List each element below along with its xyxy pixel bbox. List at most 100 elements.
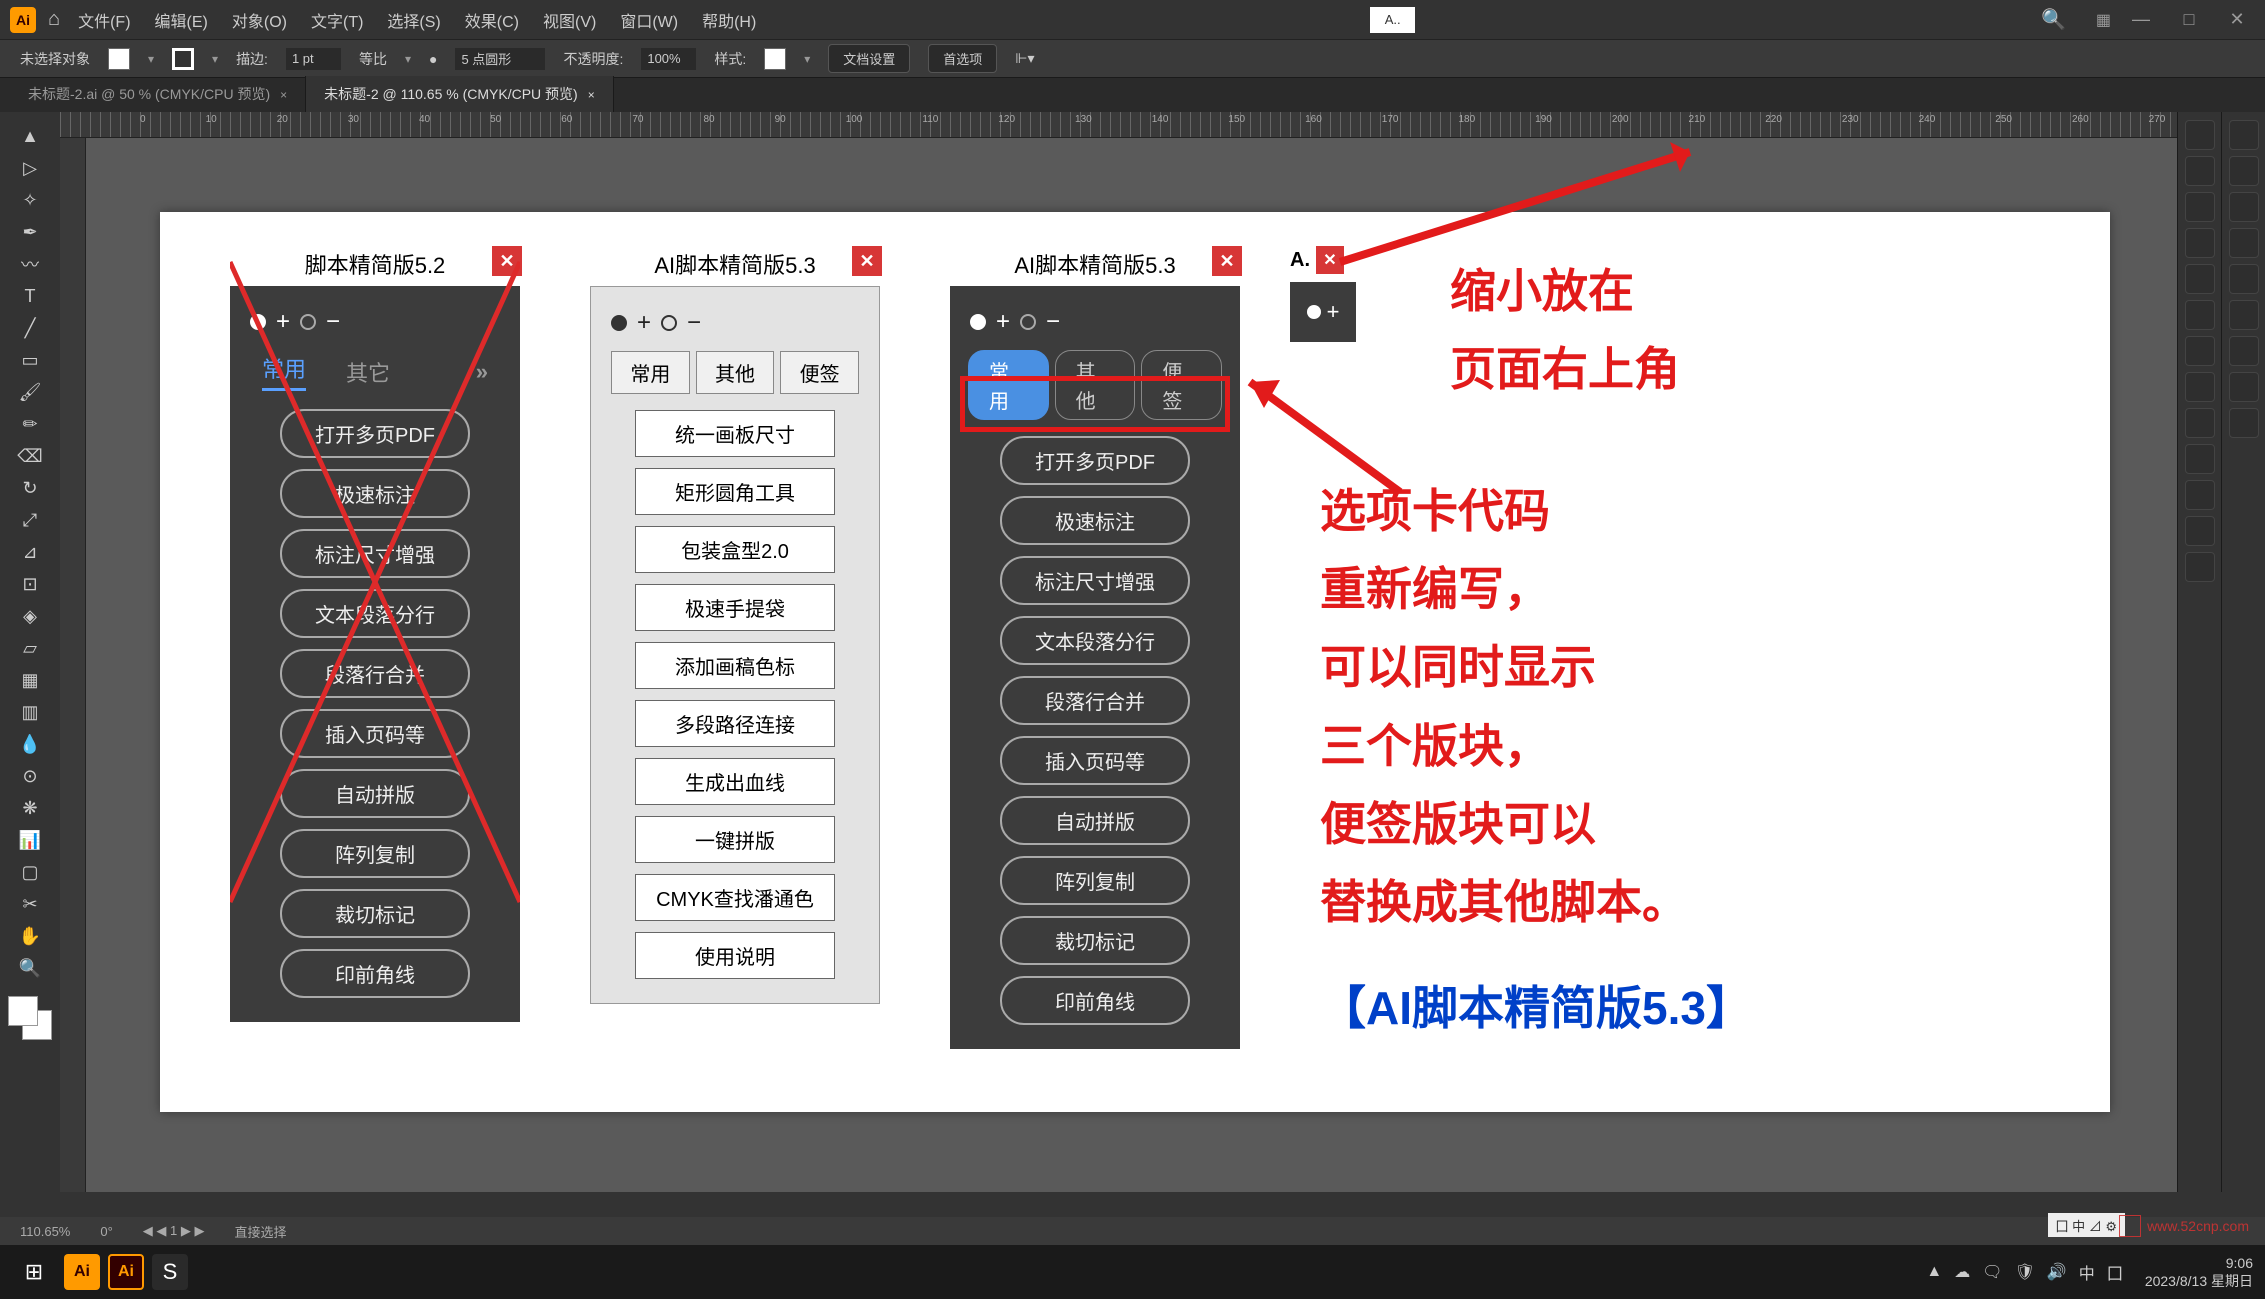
script-button[interactable]: 极速手提袋 [635,584,835,631]
blend-tool[interactable]: ⊙ [16,762,44,790]
radio-on-icon[interactable] [250,314,266,330]
artboard-nav[interactable]: ◀ ◀ 1 ▶ ▶ [143,1223,205,1239]
start-button[interactable]: ⊞ [12,1251,56,1293]
maximize-button[interactable]: □ [2171,10,2207,30]
radio-off-icon[interactable] [1020,314,1036,330]
script-button[interactable]: 裁切标记 [1000,916,1190,965]
script-button[interactable]: 使用说明 [635,932,835,979]
swatches-panel-icon[interactable] [2185,228,2215,258]
menu-help[interactable]: 帮助(H) [696,4,762,36]
script-button[interactable]: 矩形圆角工具 [635,468,835,515]
script-button[interactable]: 插入页码等 [1000,736,1190,785]
close-button[interactable]: ✕ [2219,10,2255,30]
asset-export-panel-icon[interactable] [2229,228,2259,258]
shape-builder-tool[interactable]: ◈ [16,602,44,630]
tray-icon[interactable]: 🗨 [1982,1262,2002,1282]
mesh-tool[interactable]: ▦ [16,666,44,694]
home-icon[interactable]: ⌂ [48,8,60,31]
graphic-styles-panel-icon[interactable] [2185,480,2215,510]
fill-swatch[interactable] [108,48,130,70]
radio-on-icon[interactable] [611,315,627,331]
script-button[interactable]: 阵列复制 [1000,856,1190,905]
stroke-weight-input[interactable]: 1 pt [286,48,341,70]
artboards-panel-icon[interactable] [2229,192,2259,222]
minimize-button[interactable]: — [2123,10,2159,30]
gradient-panel-icon[interactable] [2185,372,2215,402]
chevron-right-icon[interactable]: » [476,359,488,385]
script-button[interactable]: 包装盒型2.0 [635,526,835,573]
script-button[interactable]: 印前角线 [1000,976,1190,1025]
tray-icon[interactable]: 囗 [2107,1260,2123,1284]
paintbrush-tool[interactable]: 🖌 [16,378,44,406]
menu-file[interactable]: 文件(F) [72,4,136,36]
menu-type[interactable]: 文字(T) [305,4,369,36]
tab-other[interactable]: 其它 [346,356,390,388]
script-button[interactable]: 插入页码等 [280,709,470,758]
selection-tool[interactable]: ▲ [16,122,44,150]
script-button[interactable]: 一键拼版 [635,816,835,863]
graph-tool[interactable]: 📊 [16,826,44,854]
info-panel-icon[interactable] [2229,372,2259,402]
symbol-sprayer-tool[interactable]: ❋ [16,794,44,822]
script-button[interactable]: 生成出血线 [635,758,835,805]
style-swatch[interactable] [764,48,786,70]
script-button[interactable]: 自动拼版 [1000,796,1190,845]
tray-ime[interactable]: 中 [2079,1260,2095,1284]
zoom-tool[interactable]: 🔍 [16,954,44,982]
scale-tool[interactable]: ⤢ [16,506,44,534]
document-setup-button[interactable]: 文档设置 [828,44,910,73]
taskbar-app[interactable]: S [152,1254,188,1290]
uniform-label[interactable]: 等比 [359,49,387,69]
collapsed-body[interactable]: + [1290,282,1356,342]
line-tool[interactable]: ╱ [16,314,44,342]
transparency-panel-icon[interactable] [2185,408,2215,438]
script-button[interactable]: 添加画稿色标 [635,642,835,689]
transform-panel-icon[interactable] [2229,336,2259,366]
script-button[interactable]: 段落行合并 [1000,676,1190,725]
free-transform-tool[interactable]: ⊡ [16,570,44,598]
eyedropper-tool[interactable]: 💧 [16,730,44,758]
script-button[interactable]: 文本段落分行 [1000,616,1190,665]
layers-panel-icon[interactable] [2185,156,2215,186]
stroke-panel-icon[interactable] [2185,336,2215,366]
shaper-tool[interactable]: ✏ [16,410,44,438]
close-icon[interactable]: ✕ [1212,246,1242,276]
color-panel-icon[interactable] [2229,120,2259,150]
doc-tab-2[interactable]: 未标题-2 @ 110.65 % (CMYK/CPU 预览)× [306,76,614,112]
preferences-button[interactable]: 首选项 [928,44,997,73]
zoom-level[interactable]: 110.65% [20,1224,70,1239]
artboard-tool[interactable]: ▢ [16,858,44,886]
perspective-tool[interactable]: ▱ [16,634,44,662]
align-icon[interactable]: ⊩▾ [1015,50,1034,67]
menu-view[interactable]: 视图(V) [537,4,602,36]
script-button[interactable]: 段落行合并 [280,649,470,698]
menu-select[interactable]: 选择(S) [381,4,446,36]
curvature-tool[interactable]: 〰 [16,250,44,278]
tray-icon[interactable]: ☁ [1954,1262,1970,1282]
hand-tool[interactable]: ✋ [16,922,44,950]
search-icon[interactable]: 🔍 [2041,7,2066,32]
script-button[interactable]: 打开多页PDF [280,409,470,458]
script-button[interactable]: 统一画板尺寸 [635,410,835,457]
menu-object[interactable]: 对象(O) [226,4,293,36]
tray-icon[interactable]: 🛡 [2015,1262,2035,1282]
tab-notes[interactable]: 便签 [780,351,859,394]
slice-tool[interactable]: ✂ [16,890,44,918]
script-button[interactable]: 标注尺寸增强 [280,529,470,578]
script-button[interactable]: 打开多页PDF [1000,436,1190,485]
doc-tab-1[interactable]: 未标题-2.ai @ 50 % (CMYK/CPU 预览)× [10,76,306,112]
script-button[interactable]: 印前角线 [280,949,470,998]
menu-effect[interactable]: 效果(C) [459,4,525,36]
width-tool[interactable]: ⊿ [16,538,44,566]
radio-off-icon[interactable] [661,315,677,331]
gradient-tool[interactable]: ▥ [16,698,44,726]
taskbar-ai-2[interactable]: Ai [108,1254,144,1290]
menu-window[interactable]: 窗口(W) [614,4,684,36]
type-tool[interactable]: T [16,282,44,310]
pen-tool[interactable]: ✒ [16,218,44,246]
rectangle-tool[interactable]: ▭ [16,346,44,374]
arrange-docs-icon[interactable]: ▦ [2096,10,2111,30]
tray-icon[interactable]: 🔊 [2047,1262,2067,1282]
rotation[interactable]: 0° [100,1224,112,1239]
script-button[interactable]: 自动拼版 [280,769,470,818]
